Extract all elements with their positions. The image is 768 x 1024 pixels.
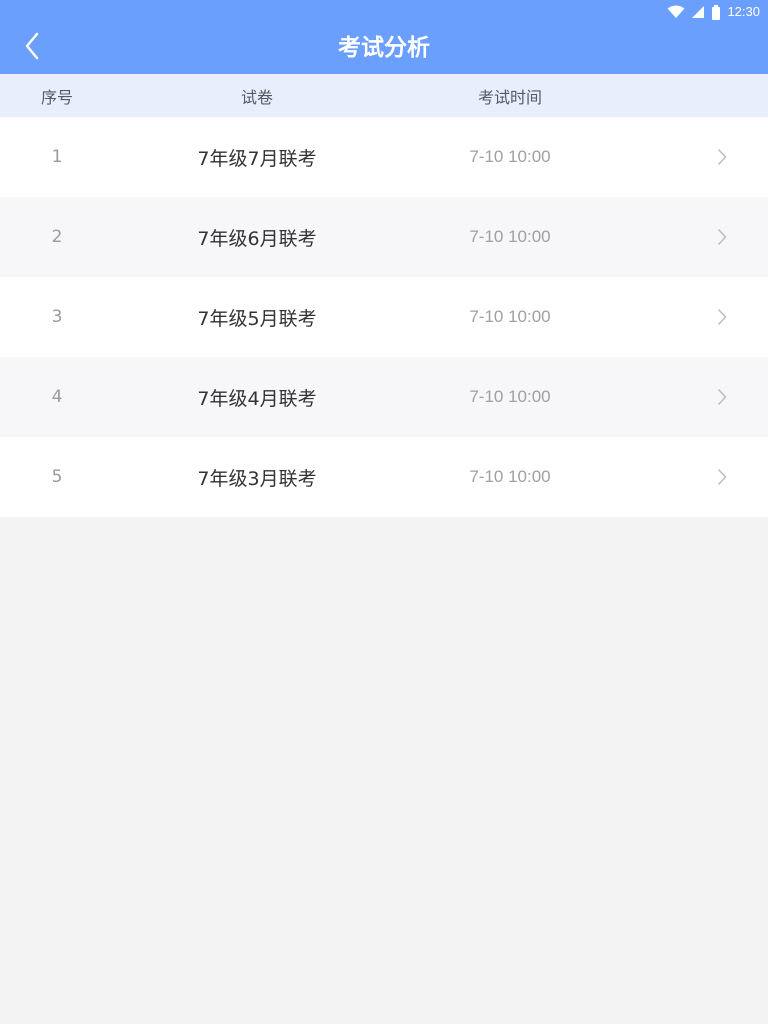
status-bar: 12:30 — [0, 0, 768, 24]
column-header-index: 序号 — [40, 87, 73, 107]
exam-list: 1 7年级7月联考 7-10 10:00 2 7年级6月联考 7-10 10:0… — [0, 117, 768, 517]
status-icons: 12:30 — [667, 2, 760, 22]
chevron-right-icon — [700, 117, 744, 197]
page-title: 考试分析 — [338, 35, 430, 61]
row-time: 7-10 10:00 — [469, 147, 551, 166]
table-header: 序号 试卷 考试时间 — [0, 74, 768, 117]
column-header-paper: 试卷 — [240, 87, 273, 107]
row-paper: 7年级3月联考 — [197, 467, 317, 490]
chevron-right-icon — [700, 357, 744, 437]
status-time: 12:30 — [727, 4, 760, 19]
chevron-right-icon — [700, 437, 744, 517]
column-header-time: 考试时间 — [477, 87, 542, 107]
table-row[interactable]: 4 7年级4月联考 7-10 10:00 — [0, 357, 768, 437]
row-time: 7-10 10:00 — [469, 307, 551, 326]
chevron-right-icon — [700, 197, 744, 277]
row-time: 7-10 10:00 — [469, 227, 551, 246]
row-time: 7-10 10:00 — [469, 387, 551, 406]
row-paper: 7年级6月联考 — [197, 227, 317, 250]
table-row[interactable]: 2 7年级6月联考 7-10 10:00 — [0, 197, 768, 277]
row-index: 4 — [51, 387, 63, 407]
table-row[interactable]: 5 7年级3月联考 7-10 10:00 — [0, 437, 768, 517]
battery-icon — [711, 4, 721, 20]
row-time: 7-10 10:00 — [469, 467, 551, 486]
cellular-signal-icon — [691, 5, 705, 19]
table-row[interactable]: 1 7年级7月联考 7-10 10:00 — [0, 117, 768, 197]
app-bar: 12:30 考试分析 — [0, 0, 768, 74]
row-index: 1 — [51, 147, 63, 167]
table-row[interactable]: 3 7年级5月联考 7-10 10:00 — [0, 277, 768, 357]
row-paper: 7年级7月联考 — [197, 147, 317, 170]
row-paper: 7年级4月联考 — [197, 387, 317, 410]
row-paper: 7年级5月联考 — [197, 307, 317, 330]
row-index: 2 — [51, 227, 63, 247]
row-index: 5 — [51, 467, 63, 487]
row-index: 3 — [51, 307, 63, 327]
wifi-icon — [667, 5, 685, 19]
chevron-right-icon — [700, 277, 744, 357]
